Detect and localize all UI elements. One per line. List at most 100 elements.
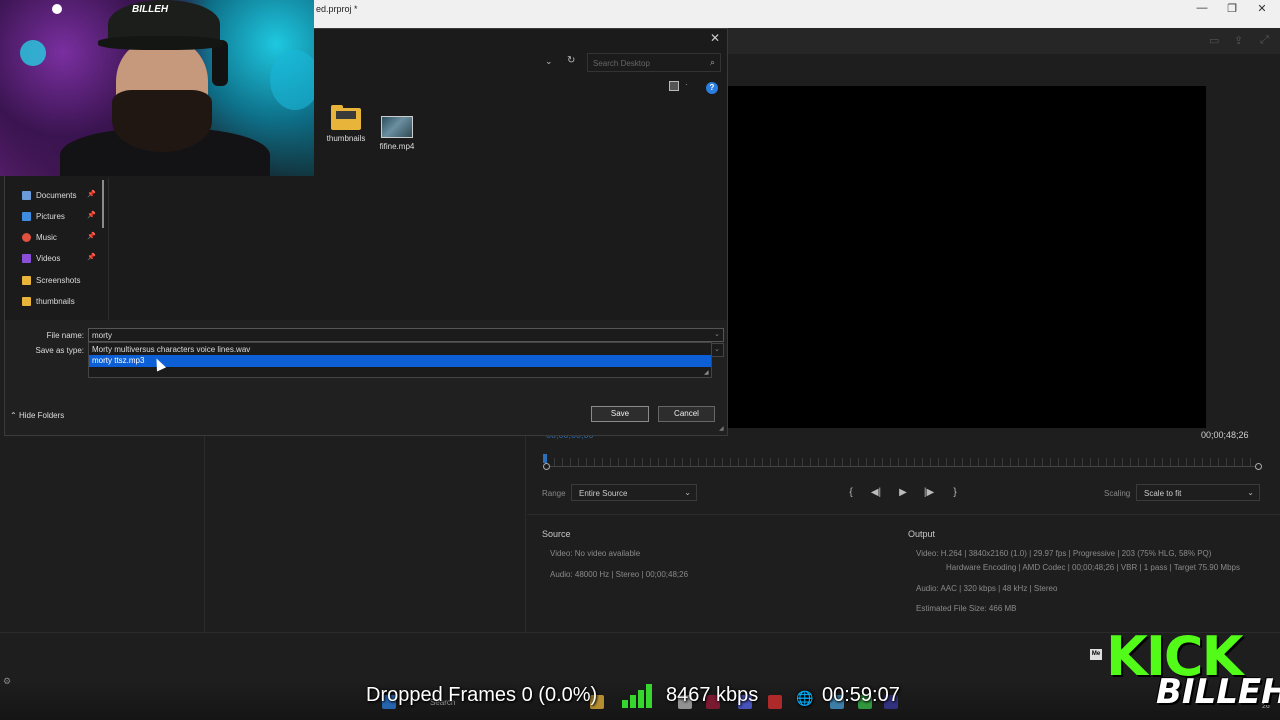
chevron-down-icon: ⌄ <box>714 346 720 353</box>
window-title: ed.prproj * <box>316 4 358 14</box>
file-label: thumbnails <box>326 134 366 143</box>
source-audio-info: Audio: 48000 Hz | Stereo | 00;00;48;26 <box>550 570 689 579</box>
cap-logo: BILLEH <box>132 4 169 15</box>
pin-icon: 📌 <box>87 233 96 240</box>
divider <box>0 632 1280 633</box>
save-as-type-label: Save as type: <box>35 346 84 355</box>
dropped-frames: Dropped Frames 0 (0.0%) <box>366 684 598 706</box>
minimize-button[interactable]: — <box>1192 2 1212 14</box>
timecode-out: 00;00;48;26 <box>1201 430 1249 440</box>
mark-in-icon[interactable]: { <box>844 487 858 498</box>
folder-icon <box>22 296 31 306</box>
chevron-down-icon: ⌄ <box>1247 488 1254 497</box>
share-icon[interactable]: ⇪ <box>1234 34 1243 47</box>
maximize-button[interactable]: ❐ <box>1222 2 1242 15</box>
cancel-button[interactable]: Cancel <box>658 406 715 422</box>
video-file-icon <box>381 116 413 138</box>
chevron-down-icon: ⌄ <box>714 331 720 338</box>
sidebar-item-label: Screenshots <box>36 275 81 285</box>
save-as-type-dropdown[interactable]: ⌄ <box>710 343 724 357</box>
play-icon[interactable]: ▶ <box>896 487 910 498</box>
output-size-info: Estimated File Size: 466 MB <box>916 604 1017 613</box>
music-icon <box>22 232 31 242</box>
billeh-logo-text: BILLEH <box>1156 672 1280 712</box>
range-dropdown[interactable]: Entire Source ⌄ <box>571 484 697 501</box>
divider <box>204 436 205 632</box>
light-icon <box>20 40 46 66</box>
videos-icon <box>22 253 31 263</box>
fullscreen-icon[interactable]: ⤢ <box>1260 34 1269 47</box>
preview-monitor <box>728 86 1206 428</box>
tray-badge[interactable]: Me <box>1090 649 1102 660</box>
autocomplete-item-selected[interactable]: morty ttsz.mp3 <box>89 355 711 367</box>
refresh-icon[interactable]: ↻ <box>567 55 575 66</box>
address-dropdown-icon[interactable]: ⌄ <box>545 56 553 67</box>
settings-icon: ⚙ <box>3 676 12 686</box>
file-item-thumbnails[interactable]: thumbnails <box>320 105 372 143</box>
in-point-handle[interactable] <box>543 463 550 470</box>
screen: ed.prproj * — ❐ ✕ ▭ ⇪ ⤢ 00;00;00;00 00;0… <box>0 0 1280 720</box>
output-title: Output <box>908 529 936 539</box>
dialog-resize-grip-icon[interactable]: ◢ <box>719 425 724 432</box>
step-forward-icon[interactable]: |▶ <box>922 487 936 498</box>
panel-icon[interactable]: ▭ <box>1209 34 1219 47</box>
pin-icon: 📌 <box>87 212 96 219</box>
scaling-value: Scale to fit <box>1144 489 1182 498</box>
network-icon: 🌐 <box>796 690 814 706</box>
view-options-icon[interactable] <box>669 81 679 91</box>
sidebar-item-label: Pictures <box>36 211 65 221</box>
kick-logo: KICK BILLEH <box>1106 628 1280 718</box>
light-icon <box>270 50 314 110</box>
search-input[interactable]: Search Desktop ⌕ <box>587 53 721 72</box>
sidebar-item-pictures[interactable]: Pictures <box>22 209 65 223</box>
mark-out-icon[interactable]: } <box>948 487 962 498</box>
view-dropdown-icon[interactable]: · <box>685 80 688 89</box>
autocomplete-list: Morty multiversus characters voice lines… <box>88 342 712 378</box>
cap-brim <box>98 36 223 50</box>
search-placeholder: Search Desktop <box>593 59 650 68</box>
resize-grip-icon[interactable]: ◢ <box>704 369 709 376</box>
webcam-overlay: BILLEH <box>0 0 314 176</box>
file-item-fifine[interactable]: fifine.mp4 <box>371 116 423 151</box>
out-point-handle[interactable] <box>1255 463 1262 470</box>
sidebar-item-label: Documents <box>36 190 77 200</box>
range-value: Entire Source <box>579 489 628 498</box>
help-icon[interactable]: ? <box>706 82 718 94</box>
sidebar-item-videos[interactable]: Videos <box>22 251 60 265</box>
sidebar-item-documents[interactable]: Documents <box>22 188 76 202</box>
chevron-up-icon: ⌃ <box>10 411 17 420</box>
hide-folders-toggle[interactable]: ⌃ Hide Folders <box>10 411 64 420</box>
file-name-value: morty <box>92 331 112 340</box>
sidebar-item-thumbnails[interactable]: thumbnails <box>22 294 75 308</box>
source-video-info: Video: No video available <box>550 549 641 558</box>
pin-icon: 📌 <box>87 254 96 261</box>
output-encoding-info: Hardware Encoding | AMD Codec | 00;00;48… <box>946 563 1240 572</box>
sidebar-item-music[interactable]: Music <box>22 230 57 244</box>
divider <box>525 436 526 632</box>
close-window-button[interactable]: ✕ <box>1252 2 1272 15</box>
save-button[interactable]: Save <box>591 406 649 422</box>
nav-pane-border <box>108 178 109 320</box>
uptime: 00:59:07 <box>822 684 900 706</box>
scaling-dropdown[interactable]: Scale to fit ⌄ <box>1136 484 1260 501</box>
output-audio-info: Audio: AAC | 320 kbps | 48 kHz | Stereo <box>916 584 1058 593</box>
dialog-close-button[interactable]: ✕ <box>710 31 720 45</box>
output-video-info: Video: H.264 | 3840x2160 (1.0) | 29.97 f… <box>916 549 1212 558</box>
hide-folders-label: Hide Folders <box>18 411 65 420</box>
documents-icon <box>22 190 31 200</box>
scrub-bar[interactable] <box>546 466 1258 467</box>
file-name-input[interactable]: morty ⌄ <box>88 328 724 342</box>
step-back-icon[interactable]: ◀| <box>869 487 883 498</box>
range-label: Range <box>542 489 566 498</box>
source-title: Source <box>542 529 571 539</box>
playhead[interactable] <box>543 454 547 463</box>
pictures-icon <box>22 211 31 221</box>
scrub-ruler <box>546 458 1258 466</box>
sidebar-item-screenshots[interactable]: Screenshots <box>22 273 80 287</box>
folder-icon <box>22 275 31 285</box>
light-icon <box>52 4 62 14</box>
app-icon[interactable] <box>768 695 782 709</box>
sidebar-item-label: Videos <box>36 253 61 263</box>
export-header <box>728 28 1280 54</box>
nav-scrollbar[interactable] <box>102 180 104 228</box>
